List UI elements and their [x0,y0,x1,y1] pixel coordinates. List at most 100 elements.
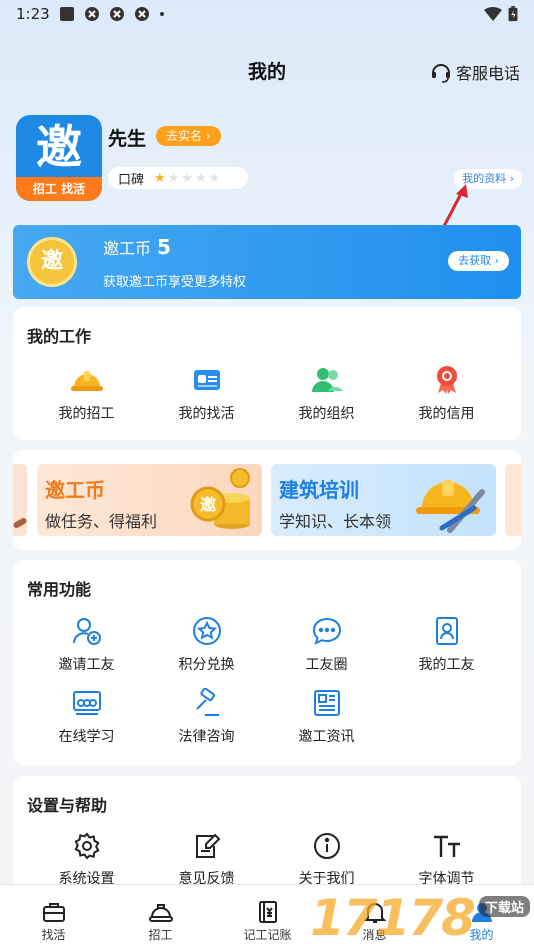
chat-bubble-icon [312,617,341,645]
coin-title: 邀工币 5 [103,235,171,259]
coin-description: 获取邀工币享受更多特权 [103,275,247,290]
my-recruitment-label: 我的招工 [58,406,115,422]
my-job-search-item[interactable]: 我的找活 [143,365,270,423]
feedback-item[interactable]: 意见反馈 [143,832,270,888]
my-organization-label: 我的组织 [298,406,355,422]
nav-recruit[interactable]: 招工 [107,885,214,950]
my-workers-label: 我的工友 [418,657,475,673]
legal-consultation-item[interactable]: 法律咨询 [143,688,270,746]
worker-circle-item[interactable]: 工友圈 [263,616,390,674]
hardhat-tools-icon [416,480,485,533]
industry-news-item[interactable]: 邀工资讯 [263,688,390,746]
gavel-icon [195,688,219,716]
gear-icon [73,832,100,860]
reputation-badge: 口碑 ★ ★ ★ ★ ★ [108,167,248,189]
promo-card-training[interactable]: 建筑培训 学知识、长本领 [271,464,496,536]
hardhat-icon [70,371,103,391]
about-us-item[interactable]: 关于我们 [263,832,390,888]
star-filled-icon: ★ [154,170,166,186]
my-organization-item[interactable]: 我的组织 [263,365,390,423]
font-size-item[interactable]: 字体调节 [383,832,510,888]
invite-workers-item[interactable]: 邀请工友 [23,616,150,674]
system-settings-item[interactable]: 系统设置 [23,832,150,888]
notification-app-icon [110,7,124,21]
nav-recruit-label: 招工 [148,928,173,942]
verify-identity-button[interactable]: 去实名 › [156,126,221,146]
my-work-title: 我的工作 [27,327,92,346]
online-learning-label: 在线学习 [58,729,115,745]
news-icon [313,690,340,716]
online-learning-item[interactable]: 在线学习 [23,688,150,746]
headset-icon [431,64,450,83]
app-logo: 邀 招工 找活 [16,115,102,201]
more-notifications-dot [160,12,164,16]
notification-square-icon [60,7,74,21]
bell-icon [363,903,386,923]
wrench-icon [13,518,27,528]
chevron-right-icon: › [509,172,514,185]
coin-title-text: 邀工币 [103,239,152,258]
bottom-navigation: 找活 招工 记工记账 消息 我的 [0,884,534,950]
legal-consultation-label: 法律咨询 [178,729,235,745]
chevron-right-icon: › [205,129,211,143]
industry-news-label: 邀工资讯 [298,729,355,745]
video-lesson-icon [72,691,101,715]
notification-app-icon [85,7,99,21]
common-functions-card: 常用功能 邀请工友 积分兑换 工友圈 我的工友 在线学习 法律咨询 邀工资讯 [13,560,521,765]
get-coins-button[interactable]: 去获取 › [448,251,509,271]
my-job-search-label: 我的找活 [178,406,235,422]
star-empty-icon: ★ [208,170,221,186]
nav-ledger[interactable]: 记工记账 [214,885,321,950]
customer-service-button[interactable]: 客服电话 [430,60,520,84]
reputation-label: 口碑 [118,172,145,188]
briefcase-icon [42,903,65,922]
promo-card-coins[interactable]: 邀工币 做任务、得福利 邀 [37,464,262,536]
customer-service-label: 客服电话 [455,64,520,83]
group-icon [311,368,343,392]
promo-card-next[interactable] [505,464,521,536]
invite-workers-label: 邀请工友 [58,657,115,673]
battery-icon [508,6,518,22]
coin-logo-icon: 邀 [27,237,77,287]
star-empty-icon: ★ [194,170,207,186]
coin-banner[interactable]: 邀 邀工币 5 获取邀工币享受更多特权 去获取 › [13,225,521,299]
promo-training-title: 建筑培训 [279,478,359,502]
nav-mine[interactable]: 我的 [428,885,534,950]
nav-find-work-label: 找活 [41,928,66,942]
info-icon [313,833,340,859]
points-exchange-item[interactable]: 积分兑换 [143,616,270,674]
worker-circle-label: 工友圈 [305,657,348,673]
medal-icon [436,366,457,394]
my-recruitment-item[interactable]: 我的招工 [23,365,150,423]
coin-stack-icon: 邀 [190,468,250,529]
invite-user-icon [72,618,101,645]
logo-character: 邀 [36,120,82,174]
font-size-icon [433,835,460,857]
reputation-stars: ★ ★ ★ ★ ★ [154,171,220,186]
nav-messages[interactable]: 消息 [321,885,428,950]
promo-training-subtitle: 学知识、长本领 [279,512,392,531]
my-workers-item[interactable]: 我的工友 [383,616,510,674]
contact-book-icon [435,617,458,645]
status-bar: 1:23 [0,0,534,30]
my-credit-item[interactable]: 我的信用 [383,365,510,423]
notification-app-icon [135,7,149,21]
star-badge-icon [192,617,221,645]
promo-coins-subtitle: 做任务、得福利 [45,512,158,531]
ledger-icon [258,901,277,923]
feedback-icon [195,833,220,858]
settings-help-card: 设置与帮助 系统设置 意见反馈 关于我们 字体调节 [13,776,521,896]
common-functions-title: 常用功能 [27,580,92,599]
nav-find-work[interactable]: 找活 [0,885,107,950]
promo-carousel[interactable]: 邀工币 做任务、得福利 邀 建筑培训 学知识、长本领 [13,450,521,550]
person-icon [471,903,492,922]
wifi-icon [484,7,502,21]
hardhat-icon [148,904,173,922]
my-credit-label: 我的信用 [418,406,475,422]
star-empty-icon: ★ [181,170,193,186]
my-work-card: 我的工作 我的招工 我的找活 我的组织 我的信用 [13,307,521,440]
promo-card-previous[interactable] [13,464,27,536]
verify-identity-label: 去实名 [166,129,203,143]
user-name: 先生 [108,128,147,150]
coin-count: 5 [157,235,171,259]
